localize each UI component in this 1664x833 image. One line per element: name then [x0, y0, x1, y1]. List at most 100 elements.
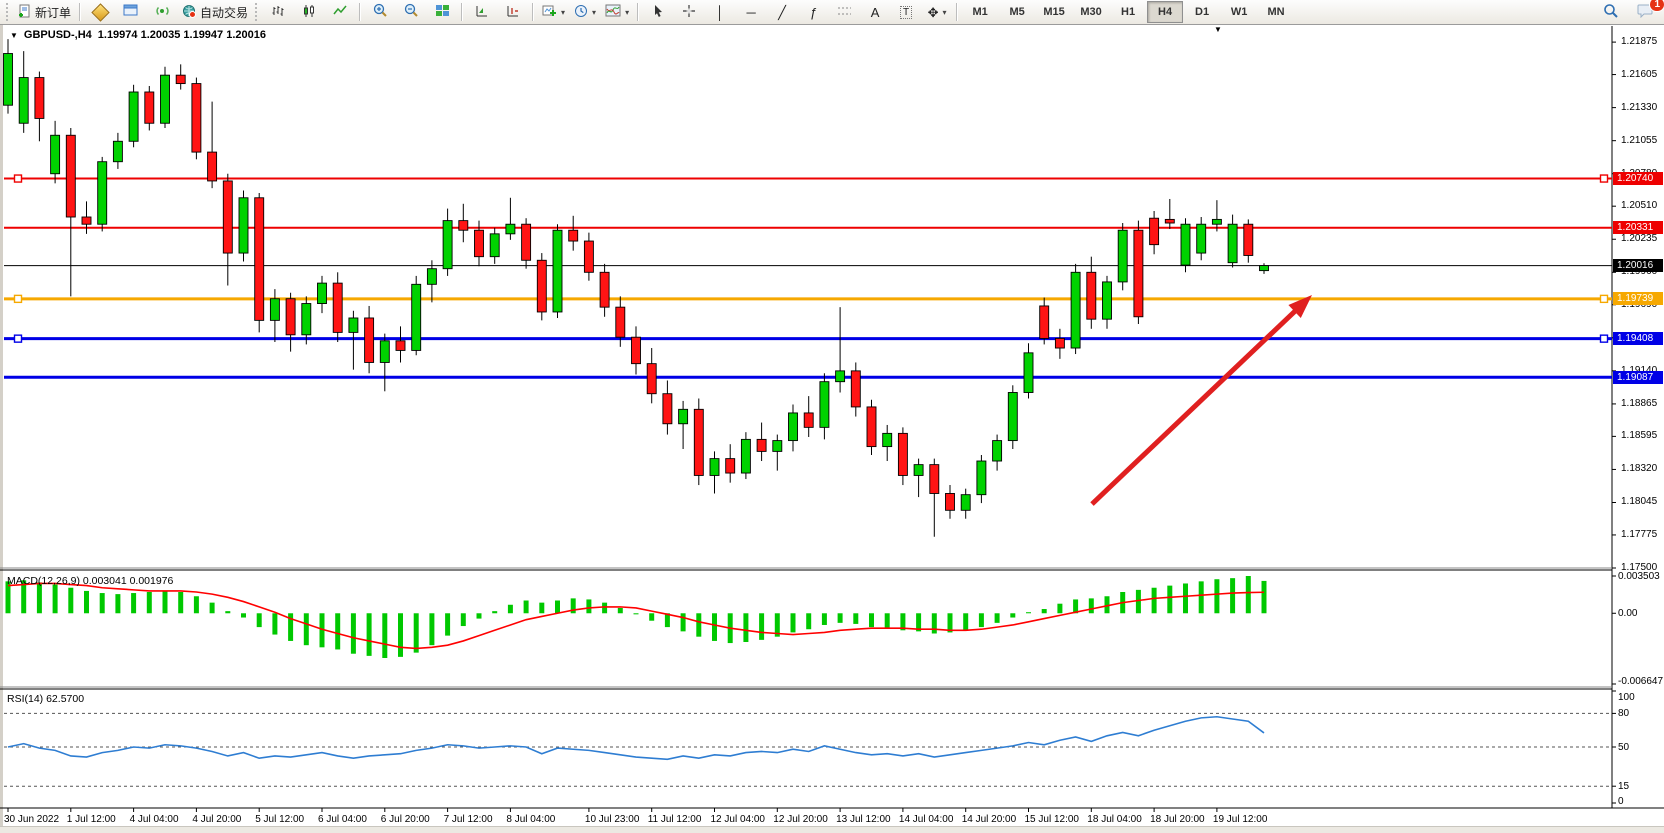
candle-bullish[interactable]: [679, 409, 688, 423]
candle-bearish[interactable]: [647, 364, 656, 394]
candle-bullish[interactable]: [1008, 393, 1017, 441]
candle-bullish[interactable]: [1024, 353, 1033, 393]
candle-bearish[interactable]: [804, 413, 813, 427]
line-handle[interactable]: [15, 335, 22, 342]
timeframe-button-m30[interactable]: M30: [1073, 1, 1109, 23]
toolbar-grip[interactable]: [6, 3, 11, 21]
candle-bullish[interactable]: [1197, 224, 1206, 253]
line-handle[interactable]: [1601, 335, 1608, 342]
candle-bullish[interactable]: [1228, 224, 1237, 262]
toolbar-grip[interactable]: [255, 3, 260, 21]
candle-bearish[interactable]: [396, 341, 405, 351]
candle-bullish[interactable]: [977, 461, 986, 495]
candle-bearish[interactable]: [475, 230, 484, 256]
data-window-button[interactable]: [116, 0, 146, 24]
candle-bullish[interactable]: [19, 78, 28, 124]
candle-bullish[interactable]: [710, 459, 719, 476]
new-order-button[interactable]: 新订单: [14, 0, 75, 24]
candle-bullish[interactable]: [270, 299, 279, 321]
candle-bullish[interactable]: [349, 318, 358, 332]
candle-bearish[interactable]: [459, 221, 468, 231]
candle-bullish[interactable]: [961, 495, 970, 511]
candle-bullish[interactable]: [113, 141, 122, 161]
candle-bullish[interactable]: [51, 135, 60, 173]
candle-bearish[interactable]: [694, 409, 703, 475]
candle-bearish[interactable]: [1087, 272, 1096, 319]
candle-bearish[interactable]: [192, 84, 201, 153]
candle-bullish[interactable]: [380, 341, 389, 363]
candle-bullish[interactable]: [1118, 230, 1127, 282]
zoom-in-button[interactable]: [365, 0, 395, 24]
candle-bearish[interactable]: [1165, 219, 1174, 223]
candle-bearish[interactable]: [1055, 338, 1064, 348]
line-handle[interactable]: [15, 175, 22, 182]
cursor-tool-button[interactable]: [643, 0, 673, 24]
indicators-dropdown[interactable]: ▾: [601, 0, 633, 24]
market-watch-button[interactable]: [85, 0, 115, 24]
candle-bullish[interactable]: [836, 371, 845, 382]
candle-bullish[interactable]: [318, 283, 327, 303]
candle-bearish[interactable]: [255, 198, 264, 321]
timeframe-button-h1[interactable]: H1: [1110, 1, 1146, 23]
candle-bearish[interactable]: [600, 272, 609, 307]
candle-bullish[interactable]: [1071, 272, 1080, 348]
timeframe-button-w1[interactable]: W1: [1221, 1, 1257, 23]
tile-windows-button[interactable]: [427, 0, 457, 24]
candle-bullish[interactable]: [789, 413, 798, 441]
trend-arrow-line[interactable]: [1092, 307, 1299, 504]
chat-button[interactable]: 1: [1630, 0, 1660, 24]
candle-bearish[interactable]: [82, 217, 91, 224]
candle-bearish[interactable]: [946, 493, 955, 510]
candle-bearish[interactable]: [223, 181, 232, 253]
candle-bullish[interactable]: [129, 92, 138, 141]
candle-bullish[interactable]: [161, 75, 170, 123]
line-handle[interactable]: [15, 295, 22, 302]
auto-scroll-button[interactable]: [467, 0, 497, 24]
candle-bearish[interactable]: [208, 152, 217, 181]
timeframe-button-m5[interactable]: M5: [999, 1, 1035, 23]
candle-bearish[interactable]: [66, 135, 75, 217]
chart-shift-button[interactable]: [498, 0, 528, 24]
new-chart-dropdown[interactable]: ▾: [538, 0, 569, 24]
candle-bearish[interactable]: [584, 241, 593, 272]
line-handle[interactable]: [1601, 295, 1608, 302]
candle-bearish[interactable]: [851, 371, 860, 407]
candle-bearish[interactable]: [1134, 230, 1143, 317]
candle-bullish[interactable]: [98, 162, 107, 225]
label-tool[interactable]: T: [891, 0, 921, 24]
timeframe-button-m1[interactable]: M1: [962, 1, 998, 23]
candle-bearish[interactable]: [632, 337, 641, 363]
crosshair-tool-button[interactable]: [674, 0, 704, 24]
candle-bearish[interactable]: [522, 224, 531, 260]
candle-bullish[interactable]: [443, 221, 452, 269]
candle-bullish[interactable]: [4, 54, 13, 106]
line-chart-mode-button[interactable]: [325, 0, 355, 24]
candle-bearish[interactable]: [35, 78, 44, 119]
search-button[interactable]: [1596, 0, 1626, 24]
candle-bullish[interactable]: [914, 465, 923, 476]
zoom-out-button[interactable]: [396, 0, 426, 24]
candle-bearish[interactable]: [365, 318, 374, 362]
candle-bearish[interactable]: [286, 299, 295, 335]
symbol-dropdown-icon[interactable]: ▼: [10, 31, 18, 40]
candle-bearish[interactable]: [569, 230, 578, 241]
candle-bullish[interactable]: [1260, 266, 1269, 271]
candle-bullish[interactable]: [412, 284, 421, 350]
timeframe-button-d1[interactable]: D1: [1184, 1, 1220, 23]
vertical-line-tool[interactable]: │: [705, 0, 735, 24]
candle-bearish[interactable]: [1244, 224, 1253, 255]
candle-bearish[interactable]: [616, 307, 625, 337]
candle-bullish[interactable]: [1103, 282, 1112, 319]
candle-bearish[interactable]: [867, 407, 876, 447]
candle-bearish[interactable]: [176, 75, 185, 83]
candle-bullish[interactable]: [883, 433, 892, 446]
timeframe-button-m15[interactable]: M15: [1036, 1, 1072, 23]
text-tool[interactable]: A: [860, 0, 890, 24]
timeframe-button-mn[interactable]: MN: [1258, 1, 1294, 23]
candle-bullish[interactable]: [239, 198, 248, 253]
candle-bullish[interactable]: [490, 234, 499, 257]
arrows-dropdown[interactable]: ✥ ▾: [922, 0, 952, 24]
candle-bearish[interactable]: [1040, 306, 1049, 338]
candle-bullish[interactable]: [1212, 219, 1221, 224]
candle-bullish[interactable]: [1181, 224, 1190, 265]
